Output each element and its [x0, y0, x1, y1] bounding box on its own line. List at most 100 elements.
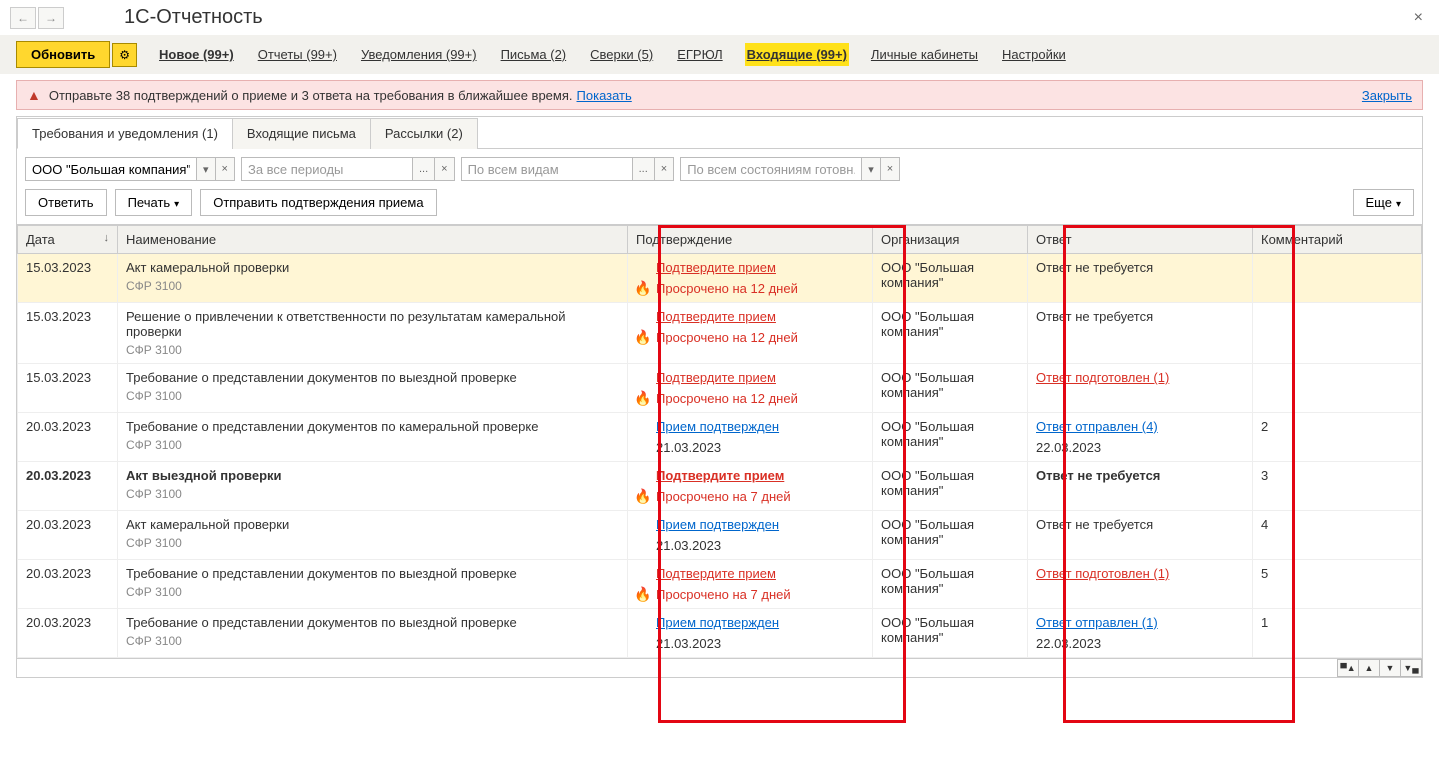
- page-title: 1С-Отчетность: [124, 6, 263, 29]
- answer-link[interactable]: Ответ отправлен (4): [1036, 419, 1158, 434]
- filter-period-dots[interactable]: ...: [412, 158, 434, 180]
- confirmation-link[interactable]: Прием подтвержден: [656, 517, 779, 532]
- filter-type-dots[interactable]: ...: [632, 158, 654, 180]
- cell-confirmation: Прием подтвержден21.03.2023: [628, 413, 873, 462]
- nav-notifications[interactable]: Уведомления (99+): [359, 43, 479, 66]
- filter-type-clear[interactable]: ×: [654, 158, 673, 180]
- cell-comment: 2: [1253, 413, 1422, 462]
- filter-period-clear[interactable]: ×: [434, 158, 453, 180]
- more-button[interactable]: Еще▾: [1353, 189, 1414, 216]
- cell-confirmation: Прием подтвержден 21.03.2023: [628, 511, 873, 560]
- cell-date: 20.03.2023: [18, 560, 118, 609]
- confirmation-link[interactable]: Подтвердите прием: [656, 260, 776, 275]
- table-row[interactable]: 15.03.2023Акт камеральной проверкиСФР 31…: [18, 254, 1422, 303]
- table-row[interactable]: 20.03.2023Акт камеральной проверкиСФР 31…: [18, 511, 1422, 560]
- confirmation-link[interactable]: Подтвердите прием: [656, 370, 776, 385]
- confirmation-status: 21.03.2023: [656, 538, 864, 553]
- filter-period-input[interactable]: [242, 159, 412, 180]
- tab-bar: Требования и уведомления (1) Входящие пи…: [17, 117, 1422, 149]
- table-row[interactable]: 20.03.2023Требование о представлении док…: [18, 560, 1422, 609]
- refresh-button[interactable]: Обновить: [16, 41, 110, 68]
- cell-name: Требование о представлении документов по…: [118, 413, 628, 462]
- tab-mailings[interactable]: Рассылки (2): [370, 118, 478, 149]
- answer-link[interactable]: Ответ подготовлен (1): [1036, 370, 1169, 385]
- close-icon[interactable]: ×: [1408, 9, 1429, 27]
- filter-state-clear[interactable]: ×: [880, 158, 899, 180]
- cell-name: Акт выездной проверкиСФР 3100: [118, 462, 628, 511]
- confirmation-link[interactable]: Подтвердите прием: [656, 566, 776, 581]
- scroll-up-icon[interactable]: ▲: [1358, 659, 1380, 677]
- nav-letters[interactable]: Письма (2): [499, 43, 569, 66]
- confirmation-link[interactable]: Подтвердите прием: [656, 468, 784, 483]
- confirmation-link[interactable]: Подтвердите прием: [656, 309, 776, 324]
- filter-org: ▾ ×: [25, 157, 235, 181]
- nav-reconciliations[interactable]: Сверки (5): [588, 43, 655, 66]
- warning-text: Отправьте 38 подтверждений о приеме и 3 …: [49, 88, 573, 103]
- filter-state-input[interactable]: [681, 159, 861, 180]
- scroll-bottom-icon[interactable]: ▼▄: [1400, 659, 1422, 677]
- confirmation-status: Просрочено на 12 дней: [656, 281, 864, 296]
- print-button[interactable]: Печать▾: [115, 189, 193, 216]
- cell-comment: [1253, 303, 1422, 364]
- answer-link[interactable]: Ответ подготовлен (1): [1036, 566, 1169, 581]
- answer-text: Ответ не требуется: [1036, 517, 1153, 532]
- confirmation-status: Просрочено на 7 дней: [656, 489, 864, 504]
- nav-egrul[interactable]: ЕГРЮЛ: [675, 43, 724, 66]
- cell-answer: Ответ подготовлен (1): [1028, 364, 1253, 413]
- requirements-table: Дата↓ Наименование Подтверждение Организ…: [17, 225, 1422, 658]
- col-date[interactable]: Дата↓: [18, 226, 118, 254]
- confirmation-link[interactable]: Прием подтвержден: [656, 419, 779, 434]
- cell-comment: 3: [1253, 462, 1422, 511]
- gear-icon[interactable]: ⚙: [112, 43, 137, 67]
- cell-answer: Ответ отправлен (4) 22.03.2023: [1028, 413, 1253, 462]
- nav-new[interactable]: Новое (99+): [157, 43, 236, 66]
- cell-confirmation: 🔥Подтвердите приемПросрочено на 12 дней: [628, 303, 873, 364]
- confirmation-link[interactable]: Прием подтвержден: [656, 615, 779, 630]
- table-row[interactable]: 15.03.2023Требование о представлении док…: [18, 364, 1422, 413]
- answer-date: 22.03.2023: [1036, 440, 1244, 455]
- col-answer[interactable]: Ответ: [1028, 226, 1253, 254]
- tab-requirements[interactable]: Требования и уведомления (1): [17, 118, 233, 149]
- warning-show-link[interactable]: Показать: [577, 88, 632, 103]
- filter-state: ▾ ×: [680, 157, 900, 181]
- cell-date: 20.03.2023: [18, 511, 118, 560]
- cell-comment: 1: [1253, 609, 1422, 658]
- send-confirmations-button[interactable]: Отправить подтверждения приема: [200, 189, 436, 216]
- nav-forward-button[interactable]: →: [38, 7, 64, 29]
- nav-reports[interactable]: Отчеты (99+): [256, 43, 339, 66]
- col-name[interactable]: Наименование: [118, 226, 628, 254]
- table-row[interactable]: 20.03.2023Требование о представлении док…: [18, 609, 1422, 658]
- cell-org: ООО "Большая компания": [873, 303, 1028, 364]
- cell-name: Требование о представлении документов по…: [118, 560, 628, 609]
- nav-back-button[interactable]: ←: [10, 7, 36, 29]
- col-org[interactable]: Организация: [873, 226, 1028, 254]
- table-row[interactable]: 20.03.2023Требование о представлении док…: [18, 413, 1422, 462]
- cell-confirmation: 🔥Подтвердите приемПросрочено на 7 дней: [628, 560, 873, 609]
- table-row[interactable]: 20.03.2023Акт выездной проверкиСФР 3100🔥…: [18, 462, 1422, 511]
- filter-org-clear[interactable]: ×: [215, 158, 234, 180]
- reply-button[interactable]: Ответить: [25, 189, 107, 216]
- col-confirmation[interactable]: Подтверждение: [628, 226, 873, 254]
- cell-name: Решение о привлечении к ответственности …: [118, 303, 628, 364]
- fire-icon: 🔥: [634, 488, 651, 505]
- cell-org: ООО "Большая компания": [873, 609, 1028, 658]
- fire-icon: 🔥: [634, 280, 651, 297]
- filter-type-input[interactable]: [462, 159, 632, 180]
- nav-incoming[interactable]: Входящие (99+): [745, 43, 849, 66]
- table-row[interactable]: 15.03.2023Решение о привлечении к ответс…: [18, 303, 1422, 364]
- warning-close-link[interactable]: Закрыть: [1362, 88, 1412, 103]
- answer-text: Ответ не требуется: [1036, 260, 1153, 275]
- chevron-down-icon[interactable]: ▾: [196, 158, 215, 180]
- cell-date: 20.03.2023: [18, 413, 118, 462]
- chevron-down-icon[interactable]: ▾: [861, 158, 880, 180]
- scroll-down-icon[interactable]: ▼: [1379, 659, 1401, 677]
- answer-link[interactable]: Ответ отправлен (1): [1036, 615, 1158, 630]
- confirmation-status: Просрочено на 12 дней: [656, 391, 864, 406]
- fire-icon: 🔥: [634, 390, 651, 407]
- tab-incoming-letters[interactable]: Входящие письма: [232, 118, 371, 149]
- col-comment[interactable]: Комментарий: [1253, 226, 1422, 254]
- scroll-top-icon[interactable]: ▀▲: [1337, 659, 1359, 677]
- filter-org-input[interactable]: [26, 159, 196, 180]
- nav-cabinets[interactable]: Личные кабинеты: [869, 43, 980, 66]
- nav-settings[interactable]: Настройки: [1000, 43, 1068, 66]
